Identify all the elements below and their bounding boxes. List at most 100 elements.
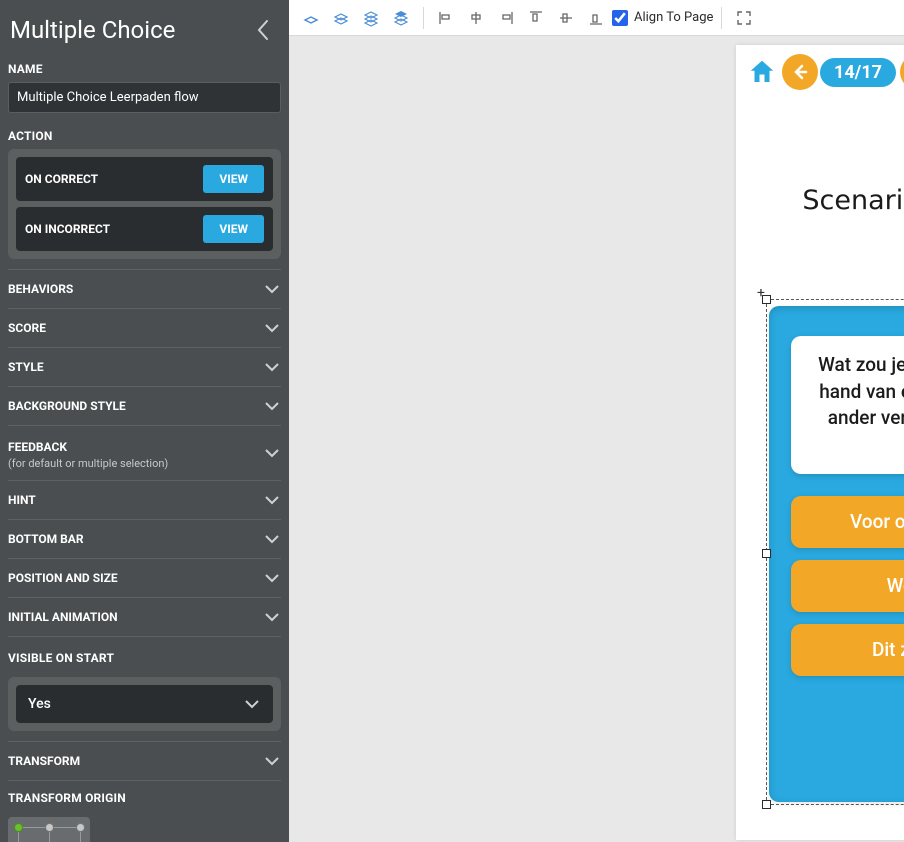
chevron-down-icon: [263, 569, 281, 587]
page-nav-header: 14/17 LESLINQ: [744, 53, 904, 91]
align-center-v-icon: [558, 10, 574, 26]
visible-on-start-label: VISIBLE ON START: [8, 649, 281, 671]
accordion-label: INITIAL ANIMATION: [8, 610, 118, 624]
action-label: ON INCORRECT: [25, 222, 110, 236]
mc-option-3[interactable]: Dit zou ik niet gebruiken: [791, 624, 904, 676]
nav-prev-button[interactable]: [782, 54, 818, 90]
align-top-icon: [528, 10, 544, 26]
chevron-down-icon: [263, 752, 281, 770]
selection-plus-icon: +: [755, 288, 767, 300]
page-counter: 14/17: [820, 58, 896, 87]
chevron-down-icon: [263, 444, 281, 462]
chevron-down-icon: [263, 608, 281, 626]
view-button-correct[interactable]: VIEW: [203, 165, 264, 193]
selection-handle[interactable]: [762, 800, 771, 809]
panel-title: Multiple Choice: [10, 16, 175, 44]
action-section-label: ACTION: [8, 127, 281, 149]
chevron-down-icon: [263, 491, 281, 509]
selection-handle[interactable]: [762, 295, 771, 304]
canvas-area: Align To Page 14/17 LESLINQ: [289, 0, 904, 842]
accordion-initial-animation[interactable]: INITIAL ANIMATION: [8, 598, 281, 637]
align-right-icon: [498, 10, 514, 26]
panel-header: Multiple Choice: [8, 10, 281, 60]
layer-bring-front-button[interactable]: [387, 4, 415, 32]
select-value: Yes: [28, 696, 51, 712]
align-center-h-icon: [468, 10, 484, 26]
nav-home-button[interactable]: [744, 54, 780, 90]
action-row-incorrect: ON INCORRECT VIEW: [16, 207, 273, 251]
fullscreen-icon: [736, 10, 752, 26]
align-bottom-button[interactable]: [582, 4, 610, 32]
accordion-behaviors[interactable]: BEHAVIORS: [8, 269, 281, 309]
align-to-page-label: Align To Page: [634, 10, 713, 25]
align-left-icon: [438, 10, 454, 26]
toolbar-separator: [721, 7, 722, 29]
accordion-label: BEHAVIORS: [8, 282, 73, 296]
layer-send-back-button[interactable]: [297, 4, 325, 32]
chevron-down-icon: [263, 397, 281, 415]
origin-point[interactable]: [76, 823, 85, 832]
mc-option-1[interactable]: Voor onze organisatie handig: [791, 496, 904, 548]
accordion-label: STYLE: [8, 360, 44, 374]
fullscreen-button[interactable]: [730, 4, 758, 32]
chevron-down-icon: [263, 530, 281, 548]
chevron-left-icon: [256, 19, 270, 41]
accordion-bottom-bar[interactable]: BOTTOM BAR: [8, 520, 281, 559]
accordion-position-size[interactable]: POSITION AND SIZE: [8, 559, 281, 598]
view-button-incorrect[interactable]: VIEW: [203, 215, 264, 243]
layer-send-back-icon: [302, 9, 320, 27]
transform-origin-picker[interactable]: [8, 817, 90, 842]
align-top-button[interactable]: [522, 4, 550, 32]
layer-bring-forward-button[interactable]: [357, 4, 385, 32]
chevron-down-icon: [243, 695, 261, 713]
origin-point[interactable]: [45, 823, 54, 832]
chevron-down-icon: [263, 280, 281, 298]
origin-point-tl-active[interactable]: [14, 823, 23, 832]
page-title: Scenario based learning: [736, 185, 904, 216]
accordion-score[interactable]: SCORE: [8, 309, 281, 348]
accordion-label: BACKGROUND STYLE: [8, 399, 126, 413]
toolbar-separator: [423, 7, 424, 29]
page-preview[interactable]: 14/17 LESLINQ Scenario based learning Wa…: [736, 45, 904, 840]
visible-on-start-select[interactable]: Yes: [16, 685, 273, 723]
align-to-page-checkbox[interactable]: Align To Page: [612, 10, 713, 26]
align-center-h-button[interactable]: [462, 4, 490, 32]
accordion-label: BOTTOM BAR: [8, 532, 84, 546]
name-section-label: NAME: [8, 60, 281, 82]
accordion-sublabel: (for default or multiple selection): [8, 457, 168, 470]
accordion-label: FEEDBACK: [8, 440, 67, 454]
layer-send-backward-button[interactable]: [327, 4, 355, 32]
nav-next-button[interactable]: [900, 54, 904, 90]
home-icon: [747, 57, 777, 87]
action-card: ON CORRECT VIEW ON INCORRECT VIEW: [8, 149, 281, 259]
arrow-left-icon: [790, 62, 810, 82]
align-right-button[interactable]: [492, 4, 520, 32]
accordion-background-style[interactable]: BACKGROUND STYLE: [8, 387, 281, 426]
properties-sidebar: Multiple Choice NAME ACTION ON CORRECT V…: [0, 0, 289, 842]
layer-send-backward-icon: [332, 9, 350, 27]
accordion-transform[interactable]: TRANSFORM: [8, 741, 281, 781]
name-input[interactable]: [8, 82, 281, 113]
accordion-hint[interactable]: HINT: [8, 481, 281, 520]
align-center-v-button[interactable]: [552, 4, 580, 32]
mc-question-text: Wat zou je ervan vinden als je aan de ha…: [791, 336, 904, 474]
accordion-label-wrap: FEEDBACK (for default or multiple select…: [8, 436, 168, 470]
accordion-label: POSITION AND SIZE: [8, 571, 118, 585]
accordion-label: HINT: [8, 493, 36, 507]
align-left-button[interactable]: [432, 4, 460, 32]
visible-on-start-select-wrap: Yes: [8, 677, 281, 731]
layer-bring-front-icon: [392, 9, 410, 27]
layer-bring-forward-icon: [362, 9, 380, 27]
collapse-panel-button[interactable]: [249, 16, 277, 44]
chevron-down-icon: [263, 358, 281, 376]
transform-origin-label: TRANSFORM ORIGIN: [8, 781, 281, 811]
mc-option-2[interactable]: Weet ik eigenlijk niet: [791, 560, 904, 612]
align-bottom-icon: [588, 10, 604, 26]
align-to-page-input[interactable]: [612, 10, 628, 26]
accordion-style[interactable]: STYLE: [8, 348, 281, 387]
accordion-feedback[interactable]: FEEDBACK (for default or multiple select…: [8, 426, 281, 481]
multiple-choice-element[interactable]: Wat zou je ervan vinden als je aan de ha…: [769, 306, 904, 802]
action-label: ON CORRECT: [25, 172, 98, 186]
chevron-down-icon: [263, 319, 281, 337]
accordion-label: TRANSFORM: [8, 754, 80, 768]
